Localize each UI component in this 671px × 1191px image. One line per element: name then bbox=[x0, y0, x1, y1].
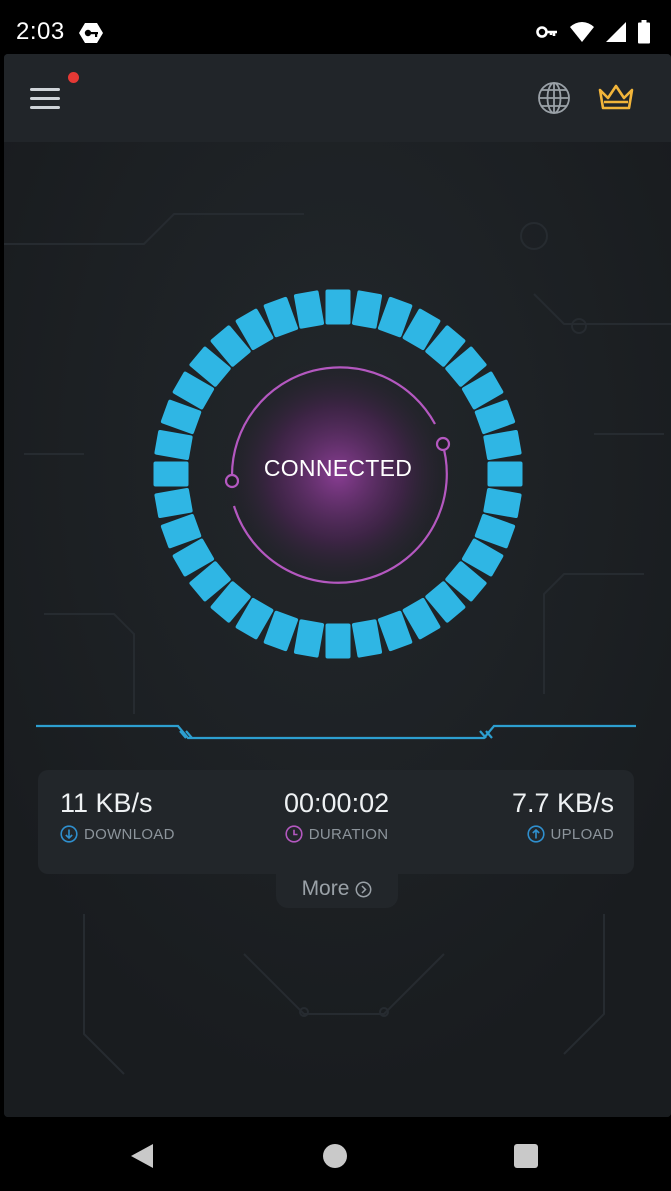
dial-graphic bbox=[153, 289, 523, 659]
crown-icon[interactable] bbox=[594, 78, 638, 118]
dial-segment bbox=[351, 619, 383, 658]
menu-bar bbox=[30, 97, 60, 100]
duration-value: 00:00:02 bbox=[284, 788, 390, 818]
home-circle-icon[interactable] bbox=[323, 1144, 347, 1168]
upload-label: UPLOAD bbox=[550, 825, 614, 843]
dial-segment bbox=[351, 290, 383, 329]
dial-segment bbox=[154, 487, 193, 519]
dial-segment bbox=[487, 461, 523, 487]
upload-stat: 7.7 KB/s UPLOAD bbox=[512, 788, 614, 843]
back-triangle-icon[interactable] bbox=[128, 1141, 158, 1171]
duration-stat: 00:00:02 DURATION bbox=[284, 788, 389, 843]
key-icon bbox=[536, 26, 557, 38]
stats-panel: 11 KB/s DOWNLOAD 00:00:02 DURATION 7.7 K… bbox=[38, 770, 634, 874]
arrow-up-circle-icon bbox=[526, 825, 545, 843]
menu-bar bbox=[30, 88, 60, 91]
download-value: 11 KB/s bbox=[60, 788, 153, 818]
menu-bar bbox=[30, 106, 60, 109]
wifi-icon bbox=[570, 22, 594, 42]
hamburger-menu-icon[interactable] bbox=[26, 72, 79, 116]
connection-dial[interactable]: CONNECTED bbox=[148, 284, 528, 664]
duration-label-row: DURATION bbox=[284, 825, 389, 843]
signal-icon bbox=[606, 22, 626, 42]
notification-dot bbox=[68, 72, 79, 83]
download-stat: 11 KB/s DOWNLOAD bbox=[60, 788, 175, 843]
dial-segment bbox=[325, 289, 351, 325]
clock-icon bbox=[285, 825, 303, 843]
dial-segment bbox=[293, 290, 325, 329]
dial-segment bbox=[483, 487, 522, 519]
battery-icon bbox=[638, 20, 650, 44]
recents-square-icon[interactable] bbox=[514, 1144, 538, 1168]
dial-segment bbox=[153, 461, 189, 487]
navigation-bar bbox=[0, 1117, 671, 1191]
arrow-down-circle-icon bbox=[60, 825, 78, 843]
chevron-right-circle-icon bbox=[355, 881, 372, 897]
toolbar bbox=[4, 54, 671, 142]
divider-line bbox=[36, 724, 636, 740]
dial-segment bbox=[293, 619, 325, 658]
upload-label-row: UPLOAD bbox=[512, 825, 614, 843]
download-label: DOWNLOAD bbox=[84, 825, 175, 843]
download-label-row: DOWNLOAD bbox=[60, 825, 175, 843]
vpn-badge-icon bbox=[79, 23, 103, 43]
dial-segment bbox=[154, 429, 193, 461]
more-label: More bbox=[301, 877, 350, 900]
status-icons bbox=[535, 20, 651, 44]
dial-segment bbox=[483, 429, 522, 461]
upload-value: 7.7 KB/s bbox=[511, 788, 614, 818]
dial-segment bbox=[325, 623, 351, 659]
more-button[interactable]: More bbox=[276, 870, 398, 908]
status-time: 2:03 bbox=[16, 18, 65, 45]
duration-label: DURATION bbox=[308, 825, 389, 843]
app-screen: CONNECTED 11 KB/s DOWNLOAD 00:00:02 DURA… bbox=[4, 54, 671, 1117]
globe-icon[interactable] bbox=[534, 78, 574, 118]
